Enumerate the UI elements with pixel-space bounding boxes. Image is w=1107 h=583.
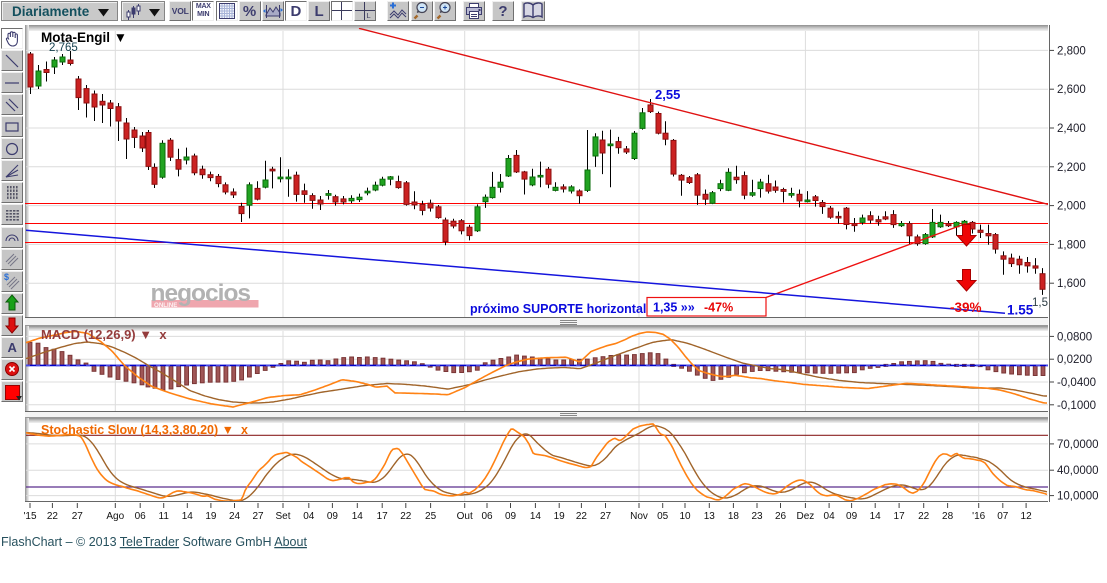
svg-text:-47%: -47% [704, 301, 733, 315]
svg-text:-0,1000: -0,1000 [1057, 400, 1096, 412]
svg-text:28: 28 [942, 511, 954, 522]
svg-text:25: 25 [425, 511, 437, 522]
svg-text:05: 05 [657, 511, 669, 522]
svg-text:2,400: 2,400 [1057, 123, 1086, 135]
svg-text:11: 11 [159, 511, 170, 522]
svg-text:2,55: 2,55 [655, 87, 680, 102]
svg-text:19: 19 [554, 511, 566, 522]
svg-text:2,200: 2,200 [1057, 162, 1086, 174]
svg-text:Nov: Nov [630, 511, 648, 522]
svg-text:Stochastic Slow (14,3,3,80,20): Stochastic Slow (14,3,3,80,20) ▼ x [41, 423, 248, 437]
svg-text:14: 14 [352, 511, 364, 522]
svg-text:04: 04 [824, 511, 836, 522]
svg-text:27: 27 [72, 511, 84, 522]
svg-text:2,800: 2,800 [1057, 45, 1086, 57]
svg-text:17: 17 [377, 511, 389, 522]
svg-text:27: 27 [252, 511, 264, 522]
svg-text:18: 18 [728, 511, 740, 522]
svg-text:A: A [8, 340, 18, 355]
svg-text:12: 12 [1021, 511, 1033, 522]
svg-text:Ago: Ago [106, 511, 124, 522]
svg-text:L: L [367, 11, 371, 20]
svg-text:1,600: 1,600 [1057, 278, 1086, 290]
svg-text:40,0000: 40,0000 [1057, 465, 1099, 477]
svg-text:06: 06 [135, 511, 147, 522]
svg-text:2,600: 2,600 [1057, 84, 1086, 96]
svg-text:2,765: 2,765 [49, 42, 78, 54]
svg-text:0,0800: 0,0800 [1057, 331, 1092, 343]
svg-text:22: 22 [47, 511, 59, 522]
svg-text:27: 27 [600, 511, 612, 522]
svg-text:26: 26 [775, 511, 787, 522]
svg-text:-0,0400: -0,0400 [1057, 377, 1096, 389]
svg-text:Set: Set [275, 511, 290, 522]
svg-text:0,0200: 0,0200 [1057, 354, 1092, 366]
svg-text:1,800: 1,800 [1057, 239, 1086, 251]
svg-text:'15: '15 [23, 511, 36, 522]
svg-text:-39%: -39% [950, 300, 982, 315]
svg-text:14: 14 [182, 511, 194, 522]
svg-text:Out: Out [457, 511, 473, 522]
svg-text:22: 22 [576, 511, 588, 522]
svg-text:2,000: 2,000 [1057, 201, 1086, 213]
svg-text:22: 22 [918, 511, 930, 522]
svg-text:23: 23 [751, 511, 763, 522]
svg-text:09: 09 [505, 511, 517, 522]
svg-text:14: 14 [870, 511, 882, 522]
svg-text:10,0000: 10,0000 [1057, 491, 1099, 503]
svg-text:1,35 »»: 1,35 »» [653, 301, 695, 315]
svg-text:FlashChart – © 2013 TeleTrader: FlashChart – © 2013 TeleTrader Software … [1, 535, 307, 549]
svg-text:10: 10 [679, 511, 691, 522]
svg-text:ONLINE: ONLINE [154, 302, 177, 309]
svg-text:14: 14 [530, 511, 542, 522]
svg-text:'16: '16 [972, 511, 985, 522]
svg-text:1.55: 1.55 [1007, 303, 1034, 318]
svg-text:06: 06 [481, 511, 493, 522]
svg-text:17: 17 [894, 511, 906, 522]
svg-text:$: $ [4, 272, 9, 282]
svg-text:19: 19 [205, 511, 217, 522]
svg-text:próximo SUPORTE horizontal:: próximo SUPORTE horizontal: [470, 302, 651, 316]
svg-text:Dez: Dez [797, 511, 815, 522]
svg-text:07: 07 [997, 511, 1009, 522]
svg-text:MACD (12,26,9) ▼ x: MACD (12,26,9) ▼ x [41, 327, 167, 342]
svg-text:04: 04 [303, 511, 315, 522]
svg-text:24: 24 [229, 511, 241, 522]
svg-text:09: 09 [846, 511, 858, 522]
svg-text:13: 13 [704, 511, 716, 522]
svg-text:1,5: 1,5 [1032, 297, 1048, 309]
svg-text:22: 22 [400, 511, 412, 522]
svg-text:70,0000: 70,0000 [1057, 439, 1099, 451]
svg-text:09: 09 [327, 511, 339, 522]
